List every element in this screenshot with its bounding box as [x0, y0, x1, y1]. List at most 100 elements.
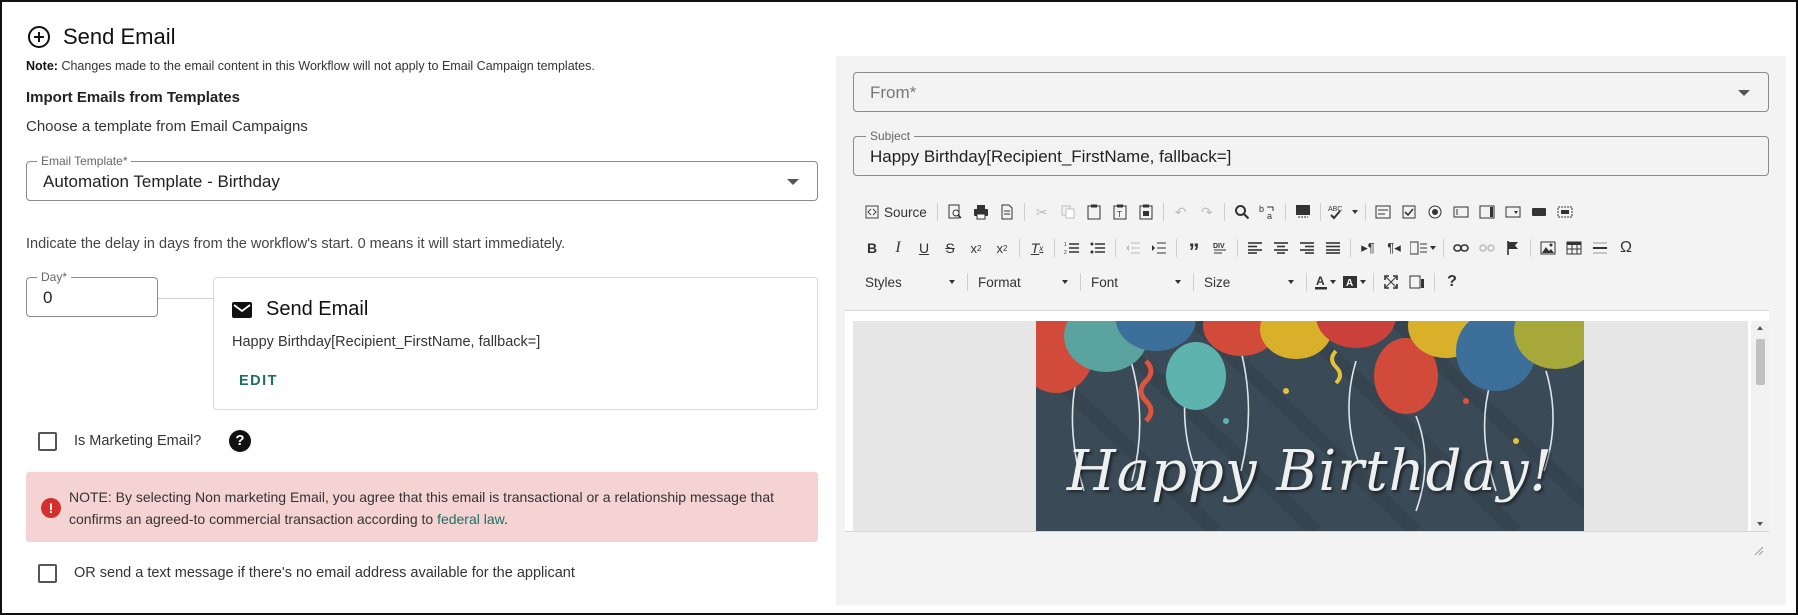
superscript-icon[interactable]: x2 — [989, 236, 1015, 260]
toolbar-separator — [1306, 273, 1307, 291]
undo-icon[interactable]: ↶ — [1168, 200, 1194, 224]
subject-value: Happy Birthday[Recipient_FirstName, fall… — [870, 147, 1232, 166]
toolbar-separator — [1223, 203, 1225, 221]
language-icon[interactable] — [1407, 236, 1439, 260]
email-template-select[interactable]: Email Template* Automation Template - Bi… — [26, 154, 818, 201]
editor-help-icon[interactable]: ? — [1439, 270, 1465, 294]
align-left-icon[interactable] — [1242, 236, 1268, 260]
resize-handle-icon[interactable] — [1753, 545, 1763, 555]
toolbar-separator — [1350, 239, 1351, 257]
blockquote-icon[interactable]: ” — [1181, 236, 1207, 263]
scroll-up-icon[interactable] — [1757, 326, 1763, 330]
div-container-icon[interactable]: DIV — [1207, 236, 1233, 260]
rtl-icon[interactable]: ¶◂ — [1381, 236, 1407, 260]
send-email-step-card: Send Email Happy Birthday[Recipient_Firs… — [213, 277, 818, 410]
preview-icon[interactable] — [942, 200, 968, 224]
show-blocks-icon[interactable] — [1404, 270, 1430, 294]
select-field-icon[interactable] — [1500, 200, 1526, 224]
source-icon — [865, 205, 879, 219]
ltr-icon[interactable]: ▸¶ — [1355, 236, 1381, 260]
editor-toolbar: Source ✂ T ↶ ↷ ba ABC B I U S x 2 x 2 T … — [853, 196, 1769, 306]
from-select[interactable]: From* — [853, 72, 1769, 112]
cut-icon[interactable]: ✂ — [1029, 200, 1055, 224]
chevron-down-icon — [1175, 280, 1181, 284]
format-dropdown[interactable]: Format — [972, 270, 1076, 294]
toolbar-separator — [1237, 239, 1238, 257]
table-icon[interactable] — [1561, 236, 1587, 260]
source-button[interactable]: Source — [859, 200, 933, 224]
hidden-field-icon[interactable] — [1552, 200, 1578, 224]
edit-button[interactable]: EDIT — [239, 373, 278, 389]
paste-text-icon[interactable]: T — [1107, 200, 1133, 224]
radio-icon[interactable] — [1422, 200, 1448, 224]
font-dropdown[interactable]: Font — [1085, 270, 1189, 294]
federal-law-link[interactable]: federal law — [437, 511, 504, 527]
svg-text:A: A — [1346, 278, 1353, 289]
subscript-icon[interactable]: x2 — [963, 236, 989, 260]
text-color-icon[interactable]: A — [1311, 270, 1339, 294]
bold-icon[interactable]: B — [859, 236, 885, 260]
underline-icon[interactable]: U — [911, 236, 937, 260]
maximize-icon[interactable] — [1378, 270, 1404, 294]
sms-fallback-label: OR send a text message if there's no ema… — [74, 565, 575, 581]
background-color-icon[interactable]: A — [1339, 270, 1369, 294]
editor-scrollbar[interactable] — [1751, 321, 1769, 531]
replace-icon[interactable]: ba — [1255, 200, 1281, 224]
remove-format-icon[interactable]: Tx — [1024, 236, 1050, 260]
special-char-icon[interactable]: Ω — [1613, 236, 1639, 260]
scroll-down-icon[interactable] — [1757, 522, 1763, 526]
horizontal-rule-icon[interactable] — [1587, 236, 1613, 260]
add-circle-icon[interactable] — [27, 25, 51, 49]
styles-dropdown[interactable]: Styles — [859, 270, 963, 294]
toolbar-separator — [1019, 239, 1020, 257]
align-center-icon[interactable] — [1268, 236, 1294, 260]
italic-icon[interactable]: I — [885, 236, 911, 260]
numbered-list-icon[interactable]: 12 — [1059, 236, 1085, 260]
help-circle-icon[interactable]: ? — [229, 430, 251, 452]
toolbar-separator — [1284, 203, 1286, 221]
form-icon[interactable] — [1370, 200, 1396, 224]
indent-icon[interactable] — [1146, 236, 1172, 260]
chevron-down-icon — [1738, 90, 1750, 96]
size-dropdown[interactable]: Size — [1198, 270, 1302, 294]
copy-icon[interactable] — [1055, 200, 1081, 224]
toolbar-separator — [1023, 203, 1025, 221]
toolbar-separator — [1530, 239, 1531, 257]
paste-icon[interactable] — [1081, 200, 1107, 224]
textfield-icon[interactable] — [1448, 200, 1474, 224]
marketing-email-checkbox[interactable] — [38, 432, 57, 451]
svg-text:A: A — [1316, 274, 1325, 288]
scroll-thumb[interactable] — [1756, 339, 1765, 385]
editor-canvas[interactable]: Happy Birthday! — [853, 321, 1748, 531]
find-icon[interactable] — [1229, 200, 1255, 224]
email-content-editor[interactable]: Happy Birthday! — [845, 311, 1769, 531]
templates-icon[interactable] — [994, 200, 1020, 224]
align-justify-icon[interactable] — [1320, 236, 1346, 260]
image-icon[interactable] — [1535, 236, 1561, 260]
align-right-icon[interactable] — [1294, 236, 1320, 260]
size-label: Size — [1204, 274, 1231, 290]
select-all-icon[interactable] — [1290, 200, 1316, 224]
day-input[interactable]: Day* 0 — [26, 270, 158, 317]
from-placeholder: From* — [870, 83, 917, 102]
link-icon[interactable] — [1448, 236, 1474, 260]
subject-input[interactable]: Subject Happy Birthday[Recipient_FirstNa… — [853, 129, 1769, 176]
print-icon[interactable] — [968, 200, 994, 224]
textarea-icon[interactable] — [1474, 200, 1500, 224]
day-label: Day* — [37, 270, 72, 284]
sms-fallback-checkbox[interactable] — [38, 564, 57, 583]
outdent-icon[interactable] — [1120, 236, 1146, 260]
checkbox-icon[interactable] — [1396, 200, 1422, 224]
button-field-icon[interactable] — [1526, 200, 1552, 224]
step-subject: Happy Birthday[Recipient_FirstName, fall… — [232, 334, 541, 350]
unlink-icon[interactable] — [1474, 236, 1500, 260]
strikethrough-icon[interactable]: S — [937, 236, 963, 260]
spellcheck-icon[interactable]: ABC — [1325, 200, 1361, 224]
anchor-flag-icon[interactable] — [1500, 236, 1526, 260]
redo-icon[interactable]: ↷ — [1194, 200, 1220, 224]
svg-text:b: b — [1259, 204, 1264, 214]
alert-suffix: . — [504, 511, 508, 527]
toolbar-separator — [1319, 203, 1321, 221]
paste-word-icon[interactable] — [1133, 200, 1159, 224]
bulleted-list-icon[interactable] — [1085, 236, 1111, 260]
